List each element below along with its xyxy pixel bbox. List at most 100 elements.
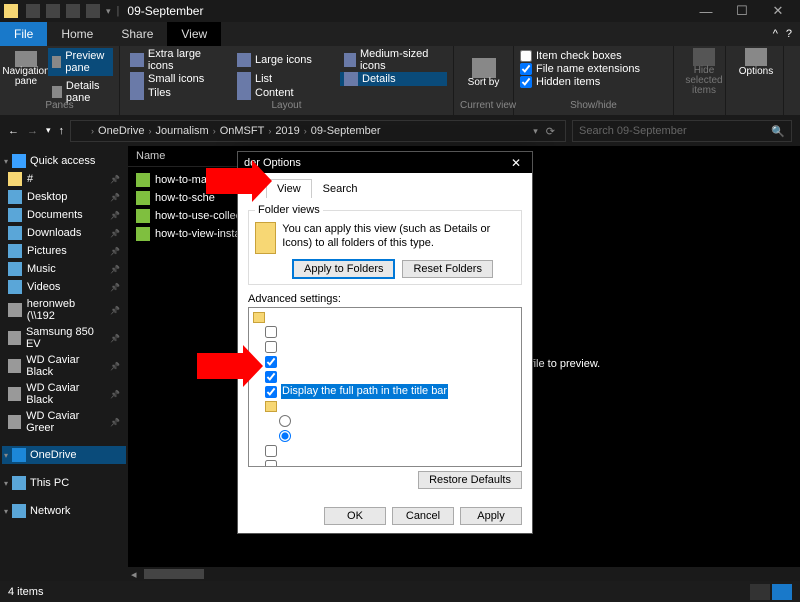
folder-icon xyxy=(136,227,150,241)
tab-share[interactable]: Share xyxy=(107,22,167,46)
layout-tiles[interactable]: Tiles xyxy=(126,86,233,100)
layout-list[interactable]: List xyxy=(233,72,340,86)
layout-extra-large[interactable]: Extra large icons xyxy=(126,48,233,72)
ribbon-label: Current view xyxy=(460,100,507,113)
tree-option[interactable]: Always show icons, never thumbnails xyxy=(251,325,519,340)
tab-home[interactable]: Home xyxy=(47,22,107,46)
tree-radio[interactable]: Don't show hidden files, folders or driv… xyxy=(251,414,519,429)
qat-icon[interactable] xyxy=(46,4,60,18)
close-icon[interactable]: ✕ xyxy=(506,156,526,170)
help-icon[interactable]: ? xyxy=(786,28,792,40)
sidebar-onedrive[interactable]: OneDrive xyxy=(2,446,126,464)
layout-details[interactable]: Details xyxy=(340,72,447,86)
refresh-icon[interactable]: ⟳ xyxy=(540,125,561,138)
forward-button[interactable]: → xyxy=(27,125,38,137)
restore-defaults-button[interactable]: Restore Defaults xyxy=(418,471,522,489)
maximize-button[interactable]: ☐ xyxy=(724,0,760,22)
chevron-down-icon[interactable]: ▾ xyxy=(106,6,111,17)
ribbon-group-layout: Extra large icons Large icons Medium-siz… xyxy=(120,46,454,115)
tree-option-highlighted[interactable]: Display the full path in the title bar xyxy=(251,384,519,399)
sidebar-item[interactable]: Music xyxy=(2,260,126,278)
navigation-pane-button[interactable]: Navigation pane xyxy=(8,51,44,87)
window-title: 09-September xyxy=(127,4,203,18)
dialog-tab-search[interactable]: Search xyxy=(312,179,369,198)
tree-folder: Hidden files and folders xyxy=(251,399,519,414)
tree-radio[interactable]: Show hidden files, folders and drives xyxy=(251,429,519,444)
sidebar-item[interactable]: Documents xyxy=(2,206,126,224)
back-button[interactable]: ← xyxy=(8,125,19,137)
breadcrumb-seg[interactable]: 2019 xyxy=(273,125,301,137)
search-input[interactable]: Search 09-September 🔍 xyxy=(572,120,792,142)
hidden-items-toggle[interactable]: Hidden items xyxy=(520,76,640,88)
ribbon-group-hidesel: Hide selected items xyxy=(674,46,726,115)
folder-icon xyxy=(4,4,18,18)
cancel-button[interactable]: Cancel xyxy=(392,507,454,525)
qat-icon[interactable] xyxy=(86,4,100,18)
apply-button[interactable]: Apply xyxy=(460,507,522,525)
dialog-titlebar[interactable]: der Options ✕ xyxy=(238,152,532,173)
sidebar-item[interactable]: Pictures xyxy=(2,242,126,260)
sidebar-thispc[interactable]: This PC xyxy=(2,474,126,492)
hide-selected-button[interactable]: Hide selected items xyxy=(680,48,728,96)
dialog-tabs: View Search xyxy=(238,173,532,198)
tree-option[interactable]: Display file size information in folder … xyxy=(251,369,519,384)
ribbon-group-currentview: Sort by Current view xyxy=(454,46,514,115)
sidebar-item[interactable]: Downloads xyxy=(2,224,126,242)
breadcrumb-seg[interactable]: Journalism xyxy=(154,125,211,137)
up-button[interactable]: ↑ xyxy=(59,125,65,137)
layout-medium[interactable]: Medium-sized icons xyxy=(340,48,447,72)
layout-large[interactable]: Large icons xyxy=(233,48,340,72)
ribbon-collapse-icon[interactable]: ^ xyxy=(773,28,778,40)
preview-pane-button[interactable]: Preview pane xyxy=(48,48,113,76)
minimize-button[interactable]: — xyxy=(688,0,724,22)
item-check-boxes-toggle[interactable]: Item check boxes xyxy=(520,50,640,62)
chevron-down-icon[interactable]: ▾ xyxy=(533,126,538,137)
breadcrumb-seg[interactable]: OneDrive xyxy=(96,125,146,137)
reset-folders-button[interactable]: Reset Folders xyxy=(402,260,492,278)
horizontal-scrollbar[interactable]: ◂ xyxy=(128,567,800,581)
tab-file[interactable]: File xyxy=(0,22,47,46)
advanced-settings-tree[interactable]: Files and Folders Always show icons, nev… xyxy=(248,307,522,467)
sidebar-item[interactable]: Samsung 850 EV xyxy=(2,324,126,352)
breadcrumb-seg[interactable]: 09-September xyxy=(309,125,383,137)
sidebar-item[interactable]: Videos xyxy=(2,278,126,296)
breadcrumb-seg[interactable]: OnMSFT xyxy=(218,125,267,137)
ribbon-group-showhide: Item check boxes File name extensions Hi… xyxy=(514,46,674,115)
breadcrumb[interactable]: › OneDrive› Journalism› OnMSFT› 2019› 09… xyxy=(70,120,566,142)
apply-to-folders-button[interactable]: Apply to Folders xyxy=(293,260,394,278)
sidebar-item[interactable]: Desktop xyxy=(2,188,126,206)
sidebar-item[interactable]: WD Caviar Black xyxy=(2,352,126,380)
qat-icon[interactable] xyxy=(66,4,80,18)
tree-option[interactable]: Display file icon on thumbnails xyxy=(251,355,519,370)
layout-content[interactable]: Content xyxy=(233,86,340,100)
advanced-settings-label: Advanced settings: xyxy=(248,293,522,305)
annotation-arrow xyxy=(197,353,245,379)
sort-by-button[interactable]: Sort by xyxy=(460,48,507,98)
sidebar-network[interactable]: Network xyxy=(2,502,126,520)
sidebar-item[interactable]: heronweb (\\192 xyxy=(2,296,126,324)
ribbon-group-options: Options xyxy=(726,46,784,115)
recent-button[interactable]: ▾ xyxy=(46,125,51,137)
ribbon-group-panes: Navigation pane Preview pane Details pan… xyxy=(0,46,120,115)
folder-icon xyxy=(136,191,150,205)
tab-view[interactable]: View xyxy=(167,22,221,46)
close-button[interactable]: ✕ xyxy=(760,0,796,22)
tree-option[interactable]: Hide empty drives xyxy=(251,444,519,459)
quick-access-toolbar: ▾ | xyxy=(26,4,119,18)
view-large-icon[interactable] xyxy=(772,584,792,600)
ok-button[interactable]: OK xyxy=(324,507,386,525)
sidebar-item[interactable]: WD Caviar Greer xyxy=(2,408,126,436)
qat-icon[interactable] xyxy=(26,4,40,18)
sidebar-item[interactable]: WD Caviar Black xyxy=(2,380,126,408)
search-icon: 🔍 xyxy=(771,125,785,138)
view-details-icon[interactable] xyxy=(750,584,770,600)
tree-option[interactable]: Always show menus xyxy=(251,340,519,355)
tree-option[interactable]: Hide extensions for known file types xyxy=(251,458,519,467)
sidebar-quick-access[interactable]: Quick access xyxy=(2,152,126,170)
folder-icon xyxy=(136,173,150,187)
options-button[interactable]: Options xyxy=(732,48,780,77)
file-extensions-toggle[interactable]: File name extensions xyxy=(520,63,640,75)
layout-small[interactable]: Small icons xyxy=(126,72,233,86)
dialog-tab-view[interactable]: View xyxy=(266,179,312,198)
sidebar-item[interactable]: # xyxy=(2,170,126,188)
